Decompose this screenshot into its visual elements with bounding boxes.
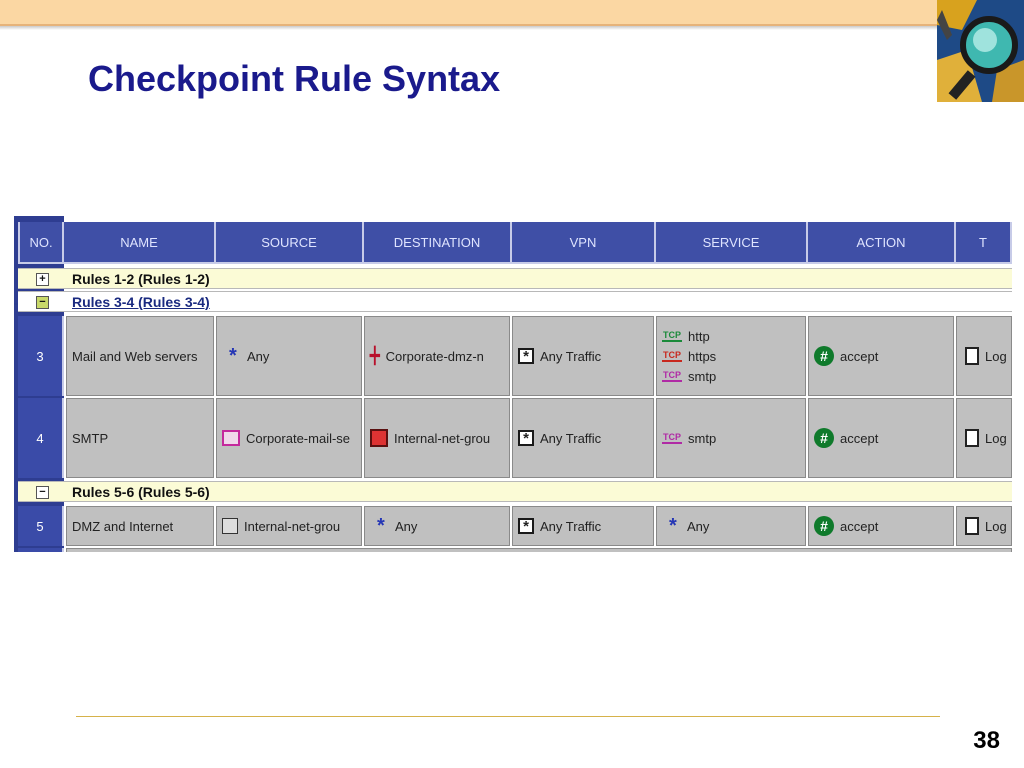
- vpn-cell[interactable]: * Any Traffic: [512, 398, 654, 478]
- footer-divider: [76, 716, 940, 717]
- source-label: Corporate-mail-se: [246, 430, 351, 446]
- column-header-name[interactable]: NAME: [64, 222, 216, 264]
- column-header-no[interactable]: NO.: [18, 222, 64, 264]
- action-label: accept: [840, 430, 879, 446]
- track-label: Log: [985, 348, 1007, 364]
- page-number: 38: [973, 727, 1000, 754]
- source-cell[interactable]: * Any: [216, 316, 362, 396]
- source-cell[interactable]: Corporate-mail-se: [216, 398, 362, 478]
- track-cell[interactable]: Log: [956, 398, 1012, 478]
- track-label: Log: [985, 430, 1007, 446]
- rule-number: 3: [18, 316, 64, 396]
- column-header-vpn[interactable]: VPN: [512, 222, 656, 264]
- column-header-source[interactable]: SOURCE: [216, 222, 364, 264]
- destination-cell[interactable]: * Any: [364, 506, 510, 546]
- rule-name: Mail and Web servers: [72, 348, 198, 364]
- track-cell[interactable]: Log: [956, 506, 1012, 546]
- top-shadow: [0, 26, 940, 30]
- service-label: https: [688, 348, 717, 364]
- rule-group-2[interactable]: − Rules 3-4 (Rules 3-4): [18, 291, 1012, 312]
- tcp-service-icon: TCP: [662, 350, 682, 362]
- any-traffic-icon: *: [518, 430, 534, 446]
- destination-cell[interactable]: Internal-net-grou: [364, 398, 510, 478]
- tcp-service-icon: TCP: [662, 330, 682, 342]
- vpn-cell[interactable]: * Any Traffic: [512, 506, 654, 546]
- accept-icon: #: [814, 516, 834, 536]
- service-label: smtp: [688, 430, 717, 446]
- service-cell[interactable]: TCP http TCP https TCP smtp: [656, 316, 806, 396]
- rule-name: SMTP: [72, 430, 109, 446]
- column-header-action[interactable]: ACTION: [808, 222, 956, 264]
- rule-number-partial: [18, 548, 64, 552]
- rule-number: 4: [18, 398, 64, 478]
- vpn-cell[interactable]: * Any Traffic: [512, 316, 654, 396]
- destination-label: Any: [395, 518, 418, 534]
- rule-group-label: Rules 5-6 (Rules 5-6): [72, 484, 210, 500]
- rule-group-label: Rules 1-2 (Rules 1-2): [72, 271, 210, 287]
- column-header-service[interactable]: SERVICE: [656, 222, 808, 264]
- rulebase-screenshot: NO. NAME SOURCE DESTINATION VPN SERVICE …: [14, 216, 1012, 552]
- destination-label: Corporate-dmz-n: [385, 348, 484, 364]
- rule-name-cell[interactable]: DMZ and Internet: [66, 506, 214, 546]
- collapse-toggle[interactable]: −: [36, 486, 49, 499]
- rule-name-cell[interactable]: SMTP: [66, 398, 214, 478]
- source-cell[interactable]: Internal-net-grou: [216, 506, 362, 546]
- column-header-destination[interactable]: DESTINATION: [364, 222, 512, 264]
- track-label: Log: [985, 518, 1007, 534]
- vpn-label: Any Traffic: [540, 518, 602, 534]
- any-star-icon: *: [669, 515, 677, 537]
- accept-icon: #: [814, 428, 834, 448]
- action-cell[interactable]: # accept: [808, 398, 954, 478]
- service-label: Any: [687, 518, 710, 534]
- rule-number: 5: [18, 506, 64, 546]
- top-band: [0, 0, 1024, 26]
- building-icon: [222, 518, 238, 534]
- destination-cell[interactable]: ┿ Corporate-dmz-n: [364, 316, 510, 396]
- destination-label: Internal-net-grou: [394, 430, 491, 446]
- column-header-track[interactable]: T: [956, 222, 1012, 264]
- service-cell[interactable]: * Any: [656, 506, 806, 546]
- log-icon: [965, 429, 979, 447]
- any-traffic-icon: *: [518, 518, 534, 534]
- table-row-partial: [66, 548, 1012, 552]
- action-cell[interactable]: # accept: [808, 506, 954, 546]
- tcp-service-icon: TCP: [662, 370, 682, 382]
- mail-server-icon: [222, 430, 240, 446]
- collapse-toggle[interactable]: −: [36, 296, 49, 309]
- dmz-network-icon: ┿: [370, 348, 380, 365]
- any-traffic-icon: *: [518, 348, 534, 364]
- network-group-icon: [370, 429, 388, 447]
- tcp-service-icon: TCP: [662, 432, 682, 444]
- any-star-icon: *: [229, 345, 237, 367]
- rule-name-cell[interactable]: Mail and Web servers: [66, 316, 214, 396]
- action-label: accept: [840, 518, 879, 534]
- any-star-icon: *: [377, 515, 385, 537]
- slide-title: Checkpoint Rule Syntax: [88, 58, 501, 99]
- magnifier-clipart-icon: [937, 0, 1024, 102]
- rule-group-3[interactable]: − Rules 5-6 (Rules 5-6): [18, 481, 1012, 502]
- rule-name: DMZ and Internet: [72, 518, 174, 534]
- source-label: Internal-net-grou: [244, 518, 341, 534]
- source-label: Any: [247, 348, 270, 364]
- action-cell[interactable]: # accept: [808, 316, 954, 396]
- service-cell[interactable]: TCP smtp: [656, 398, 806, 478]
- log-icon: [965, 347, 979, 365]
- track-cell[interactable]: Log: [956, 316, 1012, 396]
- rule-group-1[interactable]: + Rules 1-2 (Rules 1-2): [18, 268, 1012, 289]
- expand-toggle[interactable]: +: [36, 273, 49, 286]
- vpn-label: Any Traffic: [540, 430, 602, 446]
- rule-group-label: Rules 3-4 (Rules 3-4): [72, 294, 210, 310]
- log-icon: [965, 517, 979, 535]
- service-label: http: [688, 328, 710, 344]
- action-label: accept: [840, 348, 879, 364]
- vpn-label: Any Traffic: [540, 348, 602, 364]
- accept-icon: #: [814, 346, 834, 366]
- service-label: smtp: [688, 368, 717, 384]
